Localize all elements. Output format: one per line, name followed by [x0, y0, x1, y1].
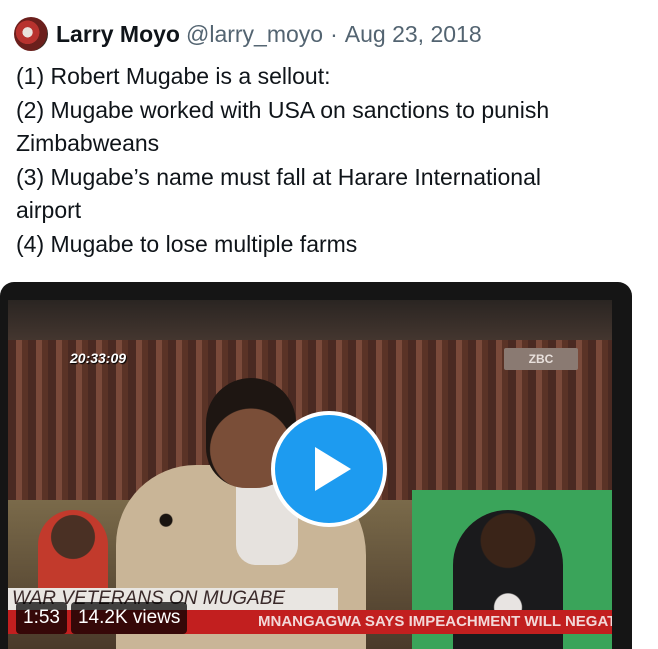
- video-player[interactable]: 20:33:09 ZBC WAR VETERANS ON MUGABE MNAN…: [0, 282, 632, 649]
- author-handle[interactable]: @larry_moyo: [186, 21, 323, 48]
- video-stats: 1:53 14.2K views: [16, 602, 188, 634]
- tweet-line: (4) Mugabe to lose multiple farms: [16, 230, 358, 257]
- tweet-card[interactable]: Larry Moyo @larry_moyo · Aug 23, 2018 (1…: [0, 0, 658, 649]
- author-name[interactable]: Larry Moyo: [56, 21, 180, 48]
- tweet-header: Larry Moyo @larry_moyo · Aug 23, 2018: [14, 14, 482, 54]
- separator-dot: ·: [330, 20, 338, 47]
- tweet-line: airport: [16, 197, 82, 223]
- tweet-line: (1) Robert Mugabe is a sellout:: [16, 63, 331, 89]
- tweet-line: Zimbabweans: [16, 130, 160, 156]
- tweet-date[interactable]: Aug 23, 2018: [345, 21, 482, 48]
- tweet-text: (1) Robert Mugabe is a sellout: (2) Muga…: [16, 60, 636, 261]
- page-edge: [634, 0, 658, 649]
- scene-man: [38, 510, 108, 600]
- broadcast-timestamp: 20:33:09: [70, 350, 127, 366]
- tweet-line: (2) Mugabe worked with USA on sanctions …: [16, 96, 550, 123]
- play-button[interactable]: [271, 411, 387, 527]
- tweet-line: (3) Mugabe’s name must fall at Harare In…: [16, 163, 542, 190]
- video-duration: 1:53: [16, 602, 67, 634]
- video-views: 14.2K views: [70, 602, 188, 634]
- play-icon: [315, 447, 351, 491]
- avatar[interactable]: [14, 17, 48, 51]
- channel-logo: ZBC: [504, 348, 578, 370]
